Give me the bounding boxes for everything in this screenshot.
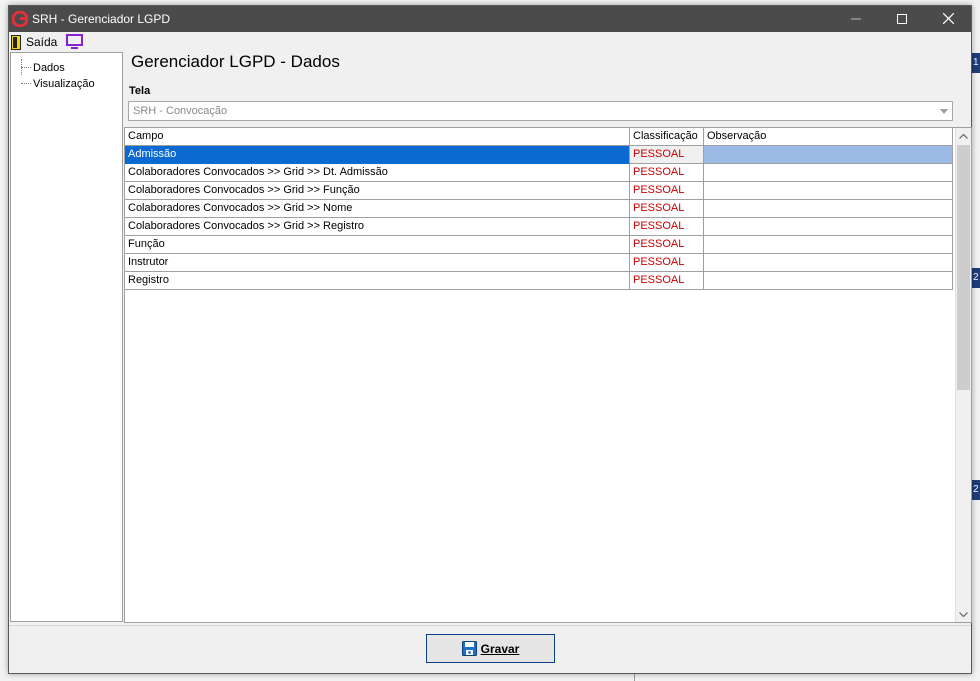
screen-select[interactable]: SRH - Convocação xyxy=(128,101,953,121)
background-badge: 1 xyxy=(972,53,980,73)
cell-campo[interactable]: Registro xyxy=(125,272,630,290)
table-row[interactable]: Registro PESSOAL xyxy=(125,272,953,290)
cell-campo[interactable]: Admissão xyxy=(125,146,630,164)
table-row[interactable]: Colaboradores Convocados >> Grid >> Dt. … xyxy=(125,164,953,182)
column-header-classificacao[interactable]: Classificação xyxy=(630,128,704,146)
cell-observacao[interactable] xyxy=(704,218,953,236)
cell-classificacao[interactable]: PESSOAL xyxy=(630,218,704,236)
window-title: SRH - Gerenciador LGPD xyxy=(32,12,171,26)
cell-observacao[interactable] xyxy=(704,254,953,272)
tree-item-label: Dados xyxy=(33,62,65,74)
screen-field-label: Tela xyxy=(129,85,151,97)
cell-classificacao[interactable]: PESSOAL xyxy=(630,272,704,290)
lgpd-manager-window: SRH - Gerenciador LGPD Saída Dados Visua… xyxy=(8,5,972,674)
grid-body: Admissão PESSOAL Colaboradores Convocado… xyxy=(125,146,953,290)
cell-observacao[interactable] xyxy=(704,236,953,254)
save-label: Gravar xyxy=(480,641,520,656)
dropdown-arrow-icon[interactable] xyxy=(936,103,951,119)
cell-classificacao[interactable]: PESSOAL xyxy=(630,254,704,272)
scrollbar-thumb[interactable] xyxy=(957,145,970,390)
page-title: Gerenciador LGPD - Dados xyxy=(131,52,340,71)
table-row[interactable]: Colaboradores Convocados >> Grid >> Regi… xyxy=(125,218,953,236)
cell-campo[interactable]: Colaboradores Convocados >> Grid >> Funç… xyxy=(125,182,630,200)
cell-observacao[interactable] xyxy=(704,164,953,182)
footer-divider xyxy=(9,625,971,626)
tree-item-label: Visualização xyxy=(33,78,95,90)
monitor-icon[interactable] xyxy=(66,34,83,49)
grid-vertical-scrollbar[interactable] xyxy=(955,128,971,622)
column-header-campo[interactable]: Campo xyxy=(125,128,630,146)
navigation-tree: Dados Visualização xyxy=(10,52,123,622)
column-header-observacao[interactable]: Observação xyxy=(704,128,953,146)
exit-label: Saída xyxy=(26,35,58,49)
tree-item-dados[interactable]: Dados xyxy=(21,61,65,75)
cell-classificacao[interactable]: PESSOAL xyxy=(630,236,704,254)
close-button[interactable] xyxy=(925,6,971,32)
cell-campo[interactable]: Colaboradores Convocados >> Grid >> Nome xyxy=(125,200,630,218)
tree-branch-line xyxy=(21,67,31,69)
cell-classificacao[interactable]: PESSOAL xyxy=(630,200,704,218)
maximize-icon xyxy=(897,14,907,24)
exit-door-icon xyxy=(11,34,21,50)
table-row[interactable]: Admissão PESSOAL xyxy=(125,146,953,164)
cell-campo[interactable]: Função xyxy=(125,236,630,254)
menu-bar: Saída xyxy=(9,32,971,52)
cell-campo[interactable]: Colaboradores Convocados >> Grid >> Regi… xyxy=(125,218,630,236)
tree-item-visualizacao[interactable]: Visualização xyxy=(21,77,95,91)
scroll-down-icon[interactable] xyxy=(956,606,971,622)
screen-select-value: SRH - Convocação xyxy=(133,105,228,117)
minimize-icon xyxy=(851,18,861,20)
save-button[interactable]: Gravar xyxy=(426,634,555,663)
table-row[interactable]: Colaboradores Convocados >> Grid >> Funç… xyxy=(125,182,953,200)
fields-grid: Campo Classificação Observação Admissão … xyxy=(124,127,972,623)
cell-classificacao[interactable]: PESSOAL xyxy=(630,164,704,182)
cell-classificacao[interactable]: PESSOAL xyxy=(630,182,704,200)
title-bar[interactable]: SRH - Gerenciador LGPD xyxy=(9,6,971,32)
table-row[interactable]: Colaboradores Convocados >> Grid >> Nome… xyxy=(125,200,953,218)
cell-campo[interactable]: Instrutor xyxy=(125,254,630,272)
cell-campo[interactable]: Colaboradores Convocados >> Grid >> Dt. … xyxy=(125,164,630,182)
cell-observacao[interactable] xyxy=(704,182,953,200)
scroll-up-icon[interactable] xyxy=(956,128,971,144)
app-logo-icon xyxy=(12,11,28,27)
tree-branch-line xyxy=(21,83,31,85)
background-badge: 2 xyxy=(972,480,980,500)
table-row[interactable]: Instrutor PESSOAL xyxy=(125,254,953,272)
exit-menu-item[interactable]: Saída xyxy=(11,33,57,51)
cell-observacao[interactable] xyxy=(704,200,953,218)
cell-classificacao[interactable]: PESSOAL xyxy=(630,146,704,164)
background-badge: 2 xyxy=(972,268,980,288)
table-row[interactable]: Função PESSOAL xyxy=(125,236,953,254)
maximize-button[interactable] xyxy=(879,6,925,32)
grid-header: Campo Classificação Observação xyxy=(125,128,953,146)
cell-observacao[interactable] xyxy=(704,272,953,290)
cell-observacao[interactable] xyxy=(704,146,953,164)
floppy-disk-icon xyxy=(461,641,477,656)
close-icon xyxy=(942,12,954,25)
minimize-button[interactable] xyxy=(833,6,879,32)
